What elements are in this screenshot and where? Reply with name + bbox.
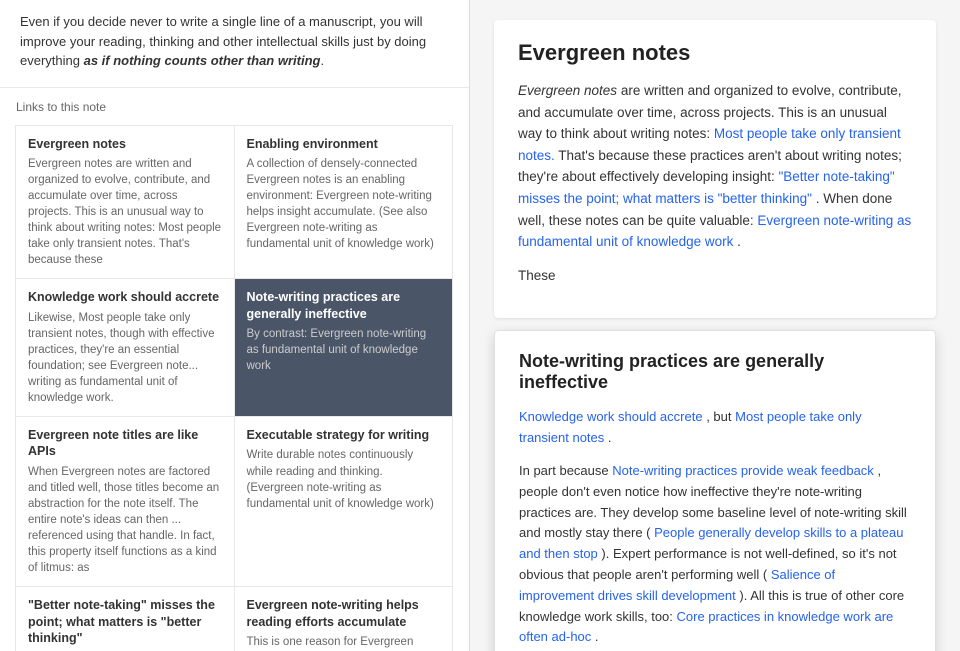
link-weak-feedback[interactable]: Note-writing practices provide weak feed… — [612, 463, 874, 478]
evergreen-italic: Evergreen notes — [518, 83, 617, 98]
intro-text-italic: as if nothing counts other than writing — [84, 53, 321, 68]
link-item-title: Evergreen note-writing helps reading eff… — [247, 597, 441, 630]
evergreen-notes-body: Evergreen notes are written and organize… — [518, 80, 912, 286]
links-section: Links to this note Evergreen notesEvergr… — [0, 88, 469, 651]
pp1-text1: , but — [706, 409, 735, 424]
link-item-desc: When Evergreen notes are factored and ti… — [28, 464, 222, 577]
link-item-title: Enabling environment — [247, 136, 441, 152]
popup-title: Note-writing practices are generally ine… — [519, 351, 911, 393]
link-item-title: "Better note-taking" misses the point; w… — [28, 597, 222, 646]
right-panel[interactable]: Evergreen notes Evergreen notes are writ… — [470, 0, 960, 651]
link-item-desc: Write durable notes continuously while r… — [247, 447, 441, 511]
link-item-title: Note-writing practices are generally ine… — [247, 289, 441, 322]
evergreen-notes-para: Evergreen notes are written and organize… — [518, 80, 912, 253]
link-item-desc: A collection of densely-connected Evergr… — [247, 156, 441, 253]
link-item-title: Knowledge work should accrete — [28, 289, 222, 305]
link-item-executable-strategy[interactable]: Executable strategy for writing Write dur… — [234, 416, 454, 587]
link-item-knowledge-work[interactable]: Knowledge work should accrete Likewise, M… — [15, 278, 235, 417]
note-writing-popup: Note-writing practices are generally ine… — [494, 330, 936, 651]
link-item-note-writing-ineffective[interactable]: Note-writing practices are generally ine… — [234, 278, 454, 417]
intro-text: Even if you decide never to write a sing… — [0, 0, 469, 88]
popup-para1: Knowledge work should accrete , but Most… — [519, 407, 911, 449]
link-item-desc: Likewise, Most people take only transien… — [28, 310, 222, 407]
link-item-desc: Evergreen notes are written and organize… — [28, 156, 222, 269]
link-item-reading-efforts[interactable]: Evergreen note-writing helps reading eff… — [234, 586, 454, 651]
en-text4: . — [737, 234, 741, 249]
link-knowledge-accrete[interactable]: Knowledge work should accrete — [519, 409, 703, 424]
links-title: Links to this note — [16, 100, 453, 114]
link-item-better-note-taking[interactable]: "Better note-taking" misses the point; w… — [15, 586, 235, 651]
link-item-desc: By contrast: Evergreen note-writing as f… — [247, 326, 441, 374]
en-trailing: These — [518, 265, 912, 287]
link-item-evergreen-notes[interactable]: Evergreen notes Evergreen notes are writt… — [15, 125, 235, 280]
link-item-title: Evergreen notes — [28, 136, 222, 152]
link-item-desc: This is one reason for Evergreen note-wr… — [247, 634, 441, 651]
link-item-title: Executable strategy for writing — [247, 427, 441, 443]
link-item-title: Evergreen note titles are like APIs — [28, 427, 222, 460]
pp2-text4: . — [595, 629, 599, 644]
intro-text-part2: . — [320, 53, 324, 68]
right-content: Evergreen notes Evergreen notes are writ… — [470, 0, 960, 651]
link-item-api-titles[interactable]: Evergreen note titles are like APIs When … — [15, 416, 235, 587]
link-item-enabling-environment[interactable]: Enabling environment A collection of dens… — [234, 125, 454, 280]
popup-para2: In part because Note-writing practices p… — [519, 461, 911, 648]
pp2-prefix: In part because — [519, 463, 612, 478]
left-panel: Even if you decide never to write a sing… — [0, 0, 470, 651]
pp1-text2: . — [608, 430, 612, 445]
links-grid: Evergreen notes Evergreen notes are writt… — [16, 126, 453, 651]
evergreen-notes-title: Evergreen notes — [518, 40, 912, 66]
evergreen-notes-card: Evergreen notes Evergreen notes are writ… — [494, 20, 936, 318]
popup-body: Knowledge work should accrete , but Most… — [519, 407, 911, 651]
